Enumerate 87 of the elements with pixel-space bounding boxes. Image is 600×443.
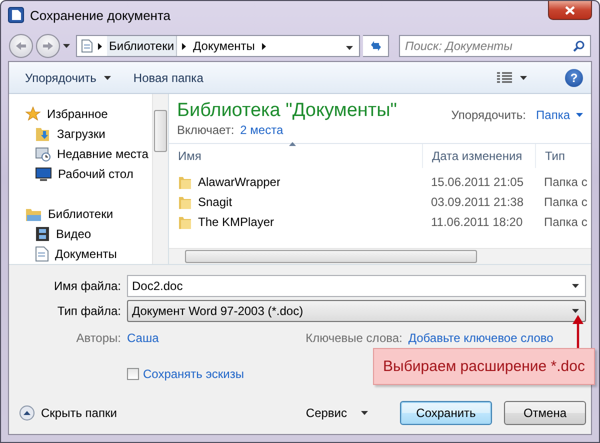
back-button[interactable] — [9, 34, 33, 58]
close-icon — [565, 6, 575, 14]
save-button[interactable]: Сохранить — [400, 401, 492, 425]
vertical-scrollbar[interactable] — [152, 94, 168, 264]
callout: Выбираем расширение *.doc — [373, 348, 595, 385]
download-folder-icon — [35, 126, 51, 142]
authors-label: Авторы: — [75, 331, 121, 345]
keywords-link[interactable]: Добавьте ключевое слово — [408, 331, 586, 345]
sidebar-item[interactable]: Рабочий стол — [25, 164, 152, 184]
sidebar-item[interactable]: Видео — [25, 224, 152, 244]
arrange-dropdown[interactable]: Папка — [536, 108, 583, 122]
caret-icon — [572, 284, 579, 288]
date-cell-text: 03.09.2011 21:38 — [430, 195, 525, 209]
chevron-icon — [98, 42, 102, 50]
column-header[interactable]: Дата изменения — [422, 144, 535, 168]
locations-link[interactable]: 2 места — [240, 123, 284, 137]
sidebar-item[interactable]: Документы — [25, 244, 152, 264]
file-name: The KMPlayer — [198, 215, 274, 229]
document-icon — [81, 39, 93, 53]
sidebar-item[interactable]: Избранное — [25, 104, 152, 124]
forward-button[interactable] — [36, 34, 60, 58]
collapse-icon — [19, 405, 35, 421]
horizontal-scrollbar[interactable] — [169, 248, 591, 264]
help-button[interactable]: ? — [565, 68, 583, 86]
library-title: Библиотека "Документы" — [177, 100, 398, 122]
organize-button[interactable]: Упорядочить — [21, 68, 116, 88]
checkbox-label[interactable]: Сохранять эскизы — [143, 367, 244, 381]
film-icon — [35, 226, 50, 242]
includes-label: Включает: — [177, 123, 234, 137]
breadcrumb[interactable]: Библиотеки — [107, 36, 178, 56]
app-icon — [8, 7, 24, 23]
date-cell-text: 15.06.2011 21:05 — [430, 175, 525, 189]
file-name: Snagit — [198, 195, 232, 209]
field-label: Тип файла: — [56, 304, 121, 318]
checkbox[interactable] — [127, 368, 139, 380]
filename-field[interactable]: Doc2.doc — [127, 275, 586, 297]
keywords-label: Ключевые слова: — [304, 331, 402, 345]
history-caret-icon — [63, 44, 70, 48]
search-field[interactable]: Поиск: Документы — [399, 35, 591, 57]
date-cell-text: 11.06.2011 18:20 — [430, 215, 524, 229]
close-button[interactable] — [548, 1, 592, 20]
arrange-label: Упорядочить: — [451, 108, 526, 122]
breadcrumb[interactable]: Документы — [191, 36, 257, 56]
service-button[interactable]: Сервис — [300, 405, 374, 421]
file-type-dropdown[interactable]: Документ Word 97-2003 (*.doc) — [127, 300, 586, 322]
column-header[interactable]: Имя — [169, 144, 422, 168]
details-view-icon — [497, 72, 512, 84]
library-icon — [25, 206, 42, 222]
document-icon — [35, 246, 49, 262]
cancel-button[interactable]: Отмена — [504, 401, 586, 425]
chevron-icon — [262, 42, 266, 50]
file-row[interactable]: AlawarWrapper 15.06.2011 21:05 Папка с — [169, 172, 591, 192]
hide-folders-button[interactable]: Скрыть папки — [19, 405, 117, 421]
caret-icon — [572, 309, 579, 313]
sidebar-item[interactable]: Недавние места — [25, 144, 152, 164]
caret-icon — [104, 76, 112, 80]
sidebar-item[interactable]: Загрузки — [25, 124, 152, 144]
sidebar-item[interactable]: Библиотеки — [25, 204, 152, 224]
back-arrow-icon — [15, 41, 27, 51]
monitor-icon — [35, 166, 52, 182]
authors-link[interactable]: Саша — [127, 331, 267, 345]
folder-icon — [178, 214, 192, 230]
caret-icon — [576, 113, 583, 117]
forward-arrow-icon — [42, 41, 54, 51]
refresh-icon — [368, 40, 382, 52]
caret-icon — [520, 76, 527, 80]
window-title: Сохранение документа — [30, 8, 171, 22]
type-cell-text: Папка с — [543, 195, 588, 209]
search-icon — [573, 40, 585, 52]
sort-arrow-icon — [289, 142, 296, 146]
callout-arrow — [572, 315, 584, 349]
caret-icon — [361, 411, 368, 415]
folder-icon — [178, 174, 192, 190]
recent-places-icon — [35, 146, 51, 162]
star-icon — [25, 106, 41, 122]
dropdown-caret-icon — [346, 46, 353, 50]
column-header[interactable]: Тип — [535, 144, 591, 168]
file-row[interactable]: The KMPlayer 11.06.2011 18:20 Папка с — [169, 212, 591, 232]
chevron-icon — [182, 42, 186, 50]
type-cell-text: Папка с — [543, 175, 588, 189]
new-folder-button[interactable]: Новая папка — [129, 68, 208, 88]
file-row[interactable]: Snagit 03.09.2011 21:38 Папка с — [169, 192, 591, 212]
field-label: Имя файла: — [53, 279, 121, 293]
file-name: AlawarWrapper — [198, 175, 280, 189]
folder-icon — [178, 194, 192, 210]
refresh-button[interactable] — [363, 35, 389, 57]
type-cell-text: Папка с — [543, 215, 588, 229]
